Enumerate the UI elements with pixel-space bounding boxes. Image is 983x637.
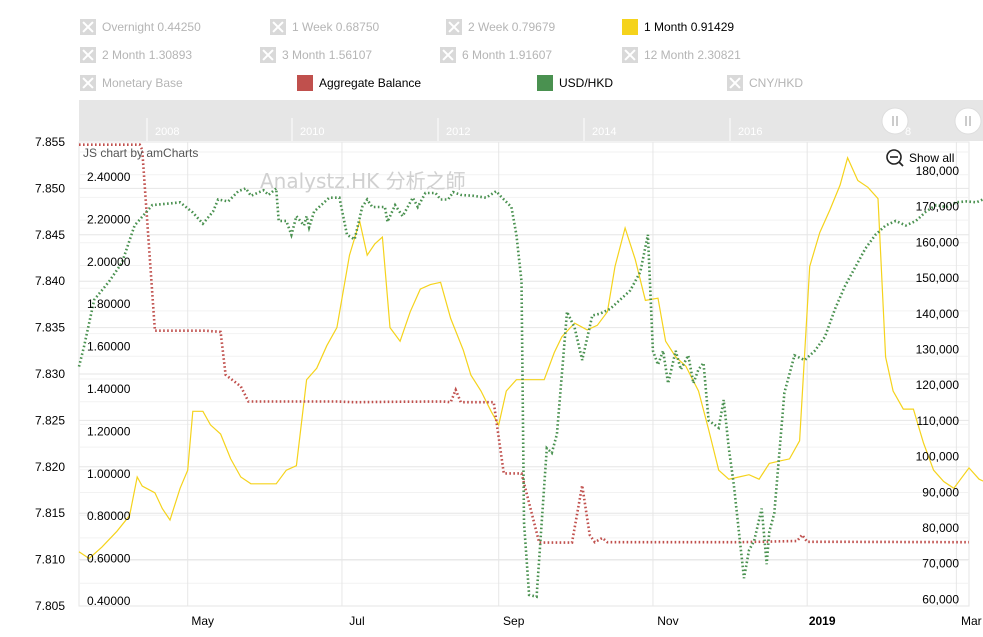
right-axis-tick: 60,000 bbox=[922, 592, 959, 606]
left-axis-tick: 7.840 bbox=[35, 274, 65, 288]
left-axis-tick: 7.815 bbox=[35, 506, 65, 520]
chart-series bbox=[77, 143, 983, 599]
right-axis-tick: 70,000 bbox=[922, 557, 959, 571]
inner-left-axis-tick: 2.20000 bbox=[87, 212, 131, 226]
left-axis-tick: 7.830 bbox=[35, 367, 65, 381]
scrollbar-year-label: 2016 bbox=[738, 126, 762, 138]
scrollbar-year-label: 2012 bbox=[446, 126, 470, 138]
x-axis-tick: 2019 bbox=[809, 614, 836, 628]
left-axis-tick: 7.805 bbox=[35, 599, 65, 613]
inner-left-axis-tick: 2.40000 bbox=[87, 170, 131, 184]
left-axis-tick: 7.825 bbox=[35, 413, 65, 427]
inner-left-axis-tick: 1.80000 bbox=[87, 297, 131, 311]
zoom-out-icon-handle bbox=[898, 161, 904, 167]
chart-area: 2008 2010 2012 2014 2016 8 7.8557.8507.8457.8… bbox=[35, 100, 983, 628]
x-axis-tick: Sep bbox=[503, 614, 525, 628]
scrollbar-year-label: 2014 bbox=[592, 126, 616, 138]
x-axis-tick: Nov bbox=[657, 614, 678, 628]
chart-credit[interactable]: JS chart by amCharts bbox=[83, 146, 198, 160]
series-line-usd-hkd bbox=[77, 185, 983, 599]
inner-left-axis-tick: 1.60000 bbox=[87, 340, 131, 354]
right-axis-tick: 90,000 bbox=[922, 485, 959, 499]
scrollbar-grip[interactable] bbox=[954, 107, 982, 135]
right-axis-tick: 140,000 bbox=[916, 307, 960, 321]
scrollbar-year-label: 2008 bbox=[155, 126, 179, 138]
period-scrollbar[interactable]: 2008 2010 2012 2014 2016 8 bbox=[79, 100, 983, 141]
left-axis-tick: 7.820 bbox=[35, 460, 65, 474]
show-all-label[interactable]: Show all bbox=[909, 151, 954, 165]
right-axis-tick: 160,000 bbox=[916, 235, 960, 249]
right-axis-tick: 80,000 bbox=[922, 521, 959, 535]
series-line-1-month bbox=[78, 156, 983, 560]
right-axis-tick: 110,000 bbox=[917, 414, 960, 428]
left-axis-tick: 7.835 bbox=[35, 321, 65, 335]
right-axis-tick: 120,000 bbox=[916, 378, 960, 392]
inner-left-axis-tick: 1.20000 bbox=[87, 424, 131, 438]
right-axis-tick: 170,000 bbox=[916, 200, 960, 214]
right-axis-tick: 130,000 bbox=[916, 343, 960, 357]
x-axis-tick: May bbox=[191, 614, 214, 628]
x-axis-tick: Mar bbox=[961, 614, 982, 628]
inner-left-axis-tick: 0.60000 bbox=[87, 552, 131, 566]
inner-left-axis-tick: 0.80000 bbox=[87, 509, 131, 523]
chart-axes: 7.855 7.850 7.845 7.840 7.835 7.830 7.825 7.820… bbox=[35, 135, 982, 628]
right-axis-tick: 100,000 bbox=[916, 450, 960, 464]
scrollbar-year-label: 2010 bbox=[300, 126, 324, 138]
chart-watermark: Analystz.HK 分析之師 bbox=[260, 169, 466, 193]
right-axis-tick: 180,000 bbox=[916, 164, 960, 178]
right-axis-tick: 150,000 bbox=[916, 271, 960, 285]
inner-left-axis-tick: 2.00000 bbox=[87, 255, 131, 269]
left-axis-tick: 7.855 bbox=[35, 135, 65, 149]
inner-left-axis-tick: 1.00000 bbox=[87, 467, 131, 481]
chart-grid bbox=[78, 141, 970, 607]
x-axis-tick: Jul bbox=[349, 614, 364, 628]
left-axis-tick: 7.845 bbox=[35, 228, 65, 242]
inner-left-axis-tick: 0.40000 bbox=[87, 594, 131, 608]
scrollbar-grip[interactable] bbox=[881, 107, 909, 135]
inner-left-axis-tick: 1.40000 bbox=[87, 382, 131, 396]
left-axis-tick: 7.810 bbox=[35, 553, 65, 567]
left-axis-tick: 7.850 bbox=[35, 181, 65, 195]
scrollbar-track[interactable] bbox=[79, 100, 983, 141]
